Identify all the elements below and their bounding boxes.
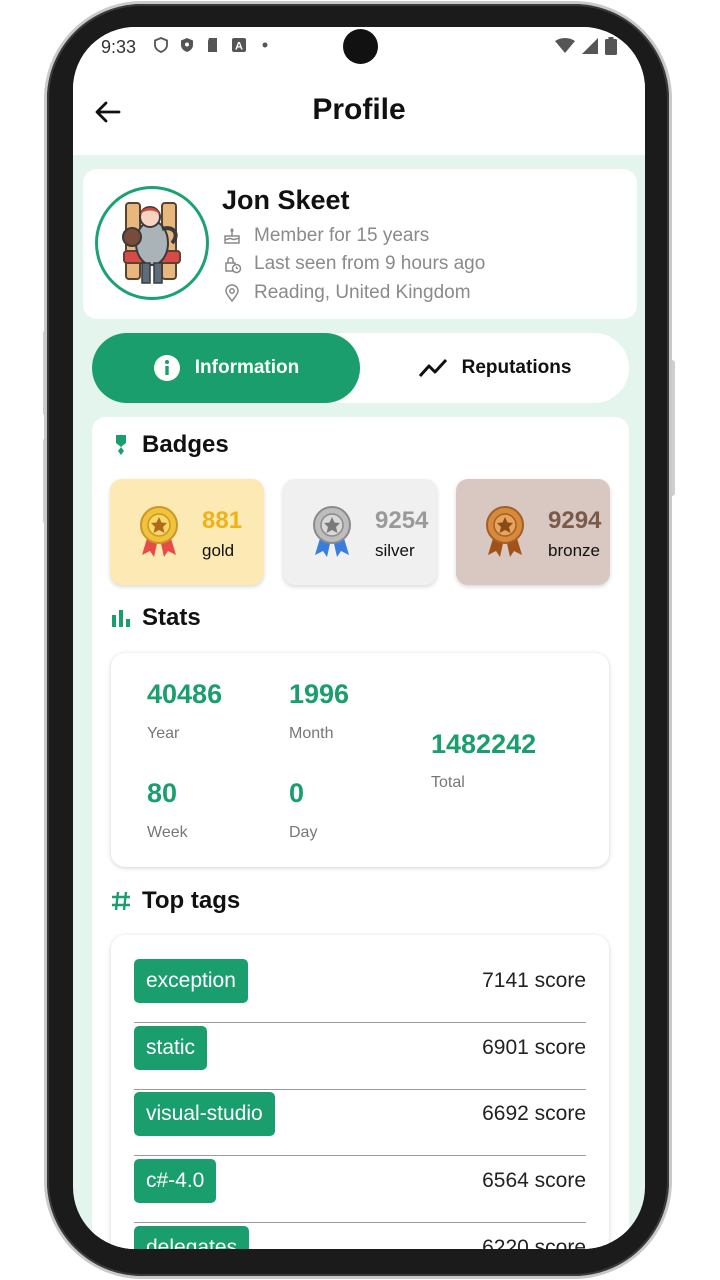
medal-icon (116, 435, 126, 455)
top-tags-title: Top tags (142, 887, 241, 914)
app-bar: Profile (73, 67, 645, 155)
silver-label: silver (375, 541, 415, 560)
tag-chip[interactable]: c#-4.0 (134, 1159, 217, 1203)
tag-row: static 6901 score (134, 1024, 586, 1090)
tag-chip[interactable]: delegates (134, 1226, 250, 1249)
avatar (95, 186, 209, 300)
gold-count: 881 (202, 507, 243, 534)
stats-heading: Stats (110, 604, 201, 632)
status-notification-icons: A (153, 37, 273, 53)
profile-tabs: Information Reputations (92, 333, 629, 403)
top-tags-heading: Top tags (110, 887, 240, 915)
information-panel: Badges 881 gold 9254 silver 9294 bronze … (92, 417, 629, 1249)
stat-day-label: Day (289, 824, 318, 841)
last-seen-text: Last seen from 9 hours ago (254, 253, 486, 274)
stat-total-label: Total (431, 774, 465, 791)
stat-day-value: 0 (289, 778, 305, 808)
trending-icon (418, 358, 447, 378)
tab-information[interactable]: Information (92, 333, 360, 403)
phone-screen: 9:33 A Profile Jon Skeet Member for 15 y… (73, 27, 645, 1249)
tag-row: exception 7141 score (134, 957, 586, 1023)
power-button (668, 360, 675, 496)
text-a-icon: A (232, 38, 246, 53)
bronze-label: bronze (548, 541, 600, 560)
avatar-illustration (122, 202, 181, 284)
profile-card: Jon Skeet Member for 15 years Last seen … (83, 169, 637, 319)
front-camera (343, 29, 378, 64)
shield-outline-icon (154, 37, 168, 53)
badges-heading: Badges (110, 431, 229, 459)
battery-icon (605, 37, 617, 55)
lock-clock-icon (225, 257, 242, 274)
badge-card-silver[interactable]: 9254 silver (283, 479, 437, 585)
tag-score: 6564 score (482, 1169, 586, 1192)
bronze-count: 9294 (548, 507, 602, 534)
dot-icon (262, 42, 268, 48)
gold-medal-icon (140, 506, 178, 557)
page-title: Profile (312, 93, 406, 126)
status-system-icons (555, 37, 617, 55)
stat-year-label: Year (147, 725, 180, 742)
tag-row: c#-4.0 6564 score (134, 1157, 586, 1223)
stat-month-label: Month (289, 725, 334, 742)
bar-chart-icon (112, 610, 130, 627)
status-bar: 9:33 A (73, 27, 645, 67)
status-time: 9:33 (101, 37, 137, 57)
badge-card-gold[interactable]: 881 gold (110, 479, 264, 585)
cake-icon (224, 227, 240, 244)
hashtag-icon (112, 891, 130, 911)
location-pin-icon (225, 284, 239, 303)
stat-week-value: 80 (147, 778, 178, 808)
location-text: Reading, United Kingdom (254, 282, 471, 303)
tag-row: visual-studio 6692 score (134, 1090, 586, 1156)
signal-icon (582, 38, 598, 54)
wifi-icon (555, 38, 575, 53)
member-for-row: Member for 15 years (222, 225, 429, 247)
info-icon (153, 355, 180, 381)
tab-information-label: Information (194, 357, 300, 378)
tag-row: delegates 6220 score (134, 1224, 586, 1249)
tag-chip[interactable]: static (134, 1026, 208, 1070)
bronze-medal-icon (486, 506, 524, 557)
tag-score: 6901 score (482, 1036, 586, 1059)
stats-title: Stats (142, 604, 201, 631)
stat-total-value: 1482242 (431, 729, 537, 759)
tag-chip[interactable]: exception (134, 959, 248, 1003)
gold-label: gold (202, 541, 235, 560)
tag-score: 6220 score (482, 1236, 586, 1249)
svg-text:A: A (235, 41, 243, 53)
member-for-text: Member for 15 years (254, 225, 430, 246)
badges-title: Badges (142, 431, 229, 458)
shield-filled-icon (181, 38, 193, 52)
tab-reputations-label: Reputations (461, 357, 572, 378)
badge-card-bronze[interactable]: 9294 bronze (456, 479, 610, 585)
tag-chip[interactable]: visual-studio (134, 1092, 275, 1136)
silver-medal-icon (313, 506, 351, 557)
location-row: Reading, United Kingdom (222, 282, 471, 304)
tag-score: 7141 score (482, 969, 586, 992)
stat-year-value: 40486 (147, 679, 223, 709)
silver-count: 9254 (375, 507, 429, 534)
stat-month-value: 1996 (289, 679, 350, 709)
profile-name: Jon Skeet (222, 185, 350, 215)
stats-card: 40486 Year 1996 Month 80 Week 0 Day 1482… (111, 653, 609, 867)
sd-card-icon (208, 38, 217, 52)
top-tags-card: exception 7141 score static 6901 score v… (111, 935, 609, 1249)
tag-score: 6692 score (482, 1102, 586, 1125)
last-seen-row: Last seen from 9 hours ago (222, 253, 485, 275)
tab-reputations[interactable]: Reputations (360, 333, 629, 403)
stat-week-label: Week (147, 824, 188, 841)
